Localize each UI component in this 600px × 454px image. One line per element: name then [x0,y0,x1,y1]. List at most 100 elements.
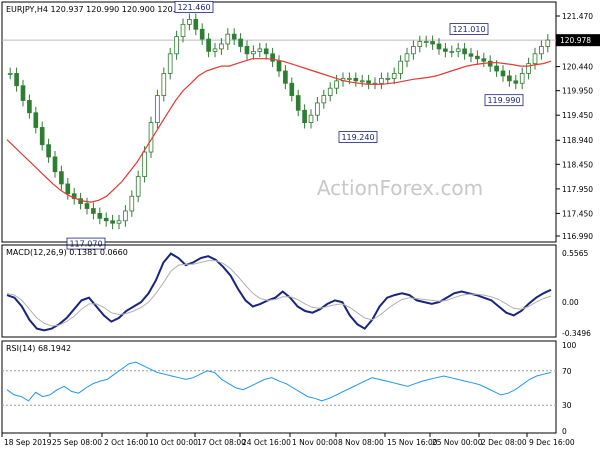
panel-frame [1,244,557,338]
candle-body [430,41,435,45]
candle-body [193,19,199,30]
candle-body [283,70,288,84]
candle-body [257,48,263,52]
candle-body [276,60,282,72]
candle-body [97,213,103,219]
candle-body [39,127,45,146]
candle-body [167,53,173,74]
candle-body [129,195,135,212]
time-tick-label: 8 Nov 08:00 [338,438,384,447]
price-tick-label: 119.950 [562,87,593,96]
time-axis: 18 Sep 2019 25 Sep 08:00 2 Oct 16:00 10 Oct… [1,433,575,447]
candle-body [103,217,109,222]
price-annotation-label: 121.010 [452,25,485,34]
price-panel: EURJPY,H4 120.937 120.990 120.900 120.97… [1,1,600,250]
time-tick-label: 17 Oct 08:00 [197,438,246,447]
rsi-series-line [6,361,552,402]
candle-body [436,43,442,50]
rsi-tick-label: 0 [562,427,567,436]
candle-body [481,58,487,62]
macd-series-line [6,252,552,332]
candle-body [532,53,538,65]
candle-body [353,77,359,82]
candle-body [212,48,218,52]
price-tick-label: 121.470 [562,12,593,21]
candle-body [14,73,19,87]
candle-body [455,48,461,52]
rsi-tick-label: 100 [562,341,577,350]
candle-body [52,156,58,173]
price-tick-label: 118.450 [562,160,593,169]
candle-body [263,48,269,55]
candle-body [65,183,71,195]
candle-body [135,176,141,197]
candle-body [180,23,186,38]
candle-body [449,50,455,53]
last-price-label: 120.978 [560,36,591,45]
price-tick-label: 120.440 [562,63,593,72]
candle-body [404,53,410,62]
candle-body [251,50,256,55]
candle-body [411,46,416,55]
candle-body [494,65,499,72]
candle-body [84,203,90,209]
candle-body [91,208,96,214]
candle-body [462,48,467,55]
candle-body [161,73,167,96]
panel-title: RSI(14) 68.1942 [6,344,71,353]
macd-panel: MACD(12,26,9) 0.1381 0.0660 0.5565 0.00 -0.… [1,244,591,338]
macd-tick-label: -0.3496 [562,329,591,338]
price-annotation-label: 119.990 [487,96,520,105]
time-tick-label: 1 Nov 00:00 [292,438,338,447]
chart-canvas: EURJPY,H4 120.937 120.990 120.900 120.97… [1,1,600,447]
panel-title: EURJPY,H4 120.937 120.990 120.900 120.97… [6,5,191,14]
time-tick-label: 25 Sep 08:00 [52,438,102,447]
candle-body [219,43,224,50]
candle-body [513,80,519,84]
candle-body [500,70,506,77]
candle-body [475,55,480,60]
candle-body [142,151,147,177]
candle-body [7,73,13,75]
price-tick-label: 116.990 [562,232,593,241]
time-tick-label: 9 Dec 16:00 [529,438,575,447]
time-tick-label: 2 Oct 16:00 [104,438,148,447]
time-tick-label: 2 Dec 08:00 [481,438,527,447]
candle-body [225,33,231,45]
price-annotation-label: 121.460 [177,3,210,12]
candle-body [334,80,339,89]
candle-body [468,53,474,57]
candle-body [123,210,128,222]
candle-body [366,80,371,84]
candle-body [487,60,493,67]
candle-body [443,48,448,52]
price-tick-label: 117.950 [562,185,593,194]
rsi-panel: RSI(14) 68.1942 100 70 30 0 [1,340,577,436]
candle-body [187,19,192,25]
macd-tick-label: 0.5565 [562,249,588,258]
time-tick-label: 10 Oct 00:00 [149,438,198,447]
watermark: ActionForex.com [317,176,483,200]
time-tick-label: 24 Oct 16:00 [242,438,291,447]
candle-body [347,77,352,80]
candle-body [315,102,320,116]
price-tick-label: 117.450 [562,209,593,218]
price-tick-label: 118.940 [562,136,593,145]
candle-body [244,46,250,55]
candle-body [417,41,423,47]
price-tick-label: 119.450 [562,111,593,120]
macd-tick-label: 0.00 [562,298,579,307]
forex-chart: EURJPY,H4 120.937 120.990 120.900 120.97… [0,0,600,450]
candle-body [379,77,384,84]
candle-body [545,39,551,47]
candle-body [199,28,205,40]
candle-body [238,38,243,47]
price-annotation-label: 119.240 [341,133,374,142]
candle-body [391,73,397,79]
candle-body [423,41,429,43]
candle-body [116,220,122,224]
candle-body [526,63,531,74]
time-tick-label: 18 Sep 2019 [4,438,52,447]
candle-body [289,82,295,96]
rsi-tick-label: 30 [562,401,572,410]
